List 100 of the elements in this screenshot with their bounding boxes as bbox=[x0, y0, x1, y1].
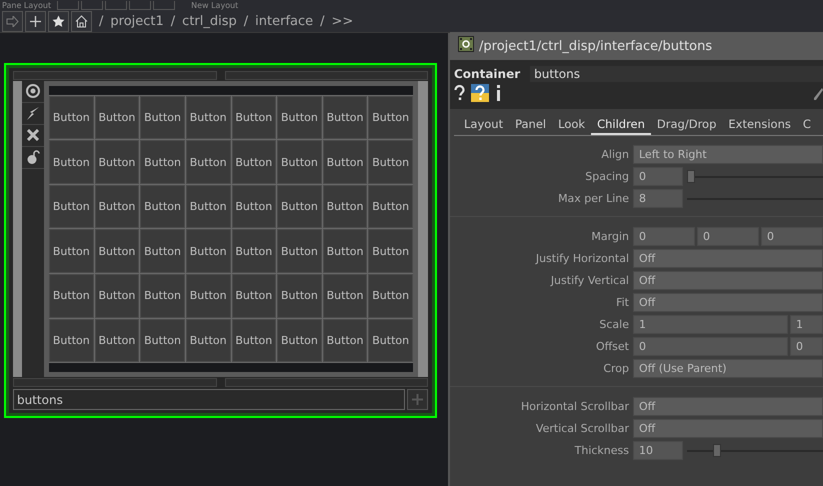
path-segment[interactable]: interface bbox=[255, 14, 314, 28]
grid-button[interactable]: Button bbox=[140, 184, 185, 228]
grid-button[interactable]: Button bbox=[277, 274, 322, 318]
grid-button[interactable]: Button bbox=[368, 274, 413, 318]
menu-field[interactable]: Off bbox=[633, 418, 823, 438]
value-field[interactable]: 0 bbox=[697, 226, 759, 246]
grid-button[interactable]: Button bbox=[94, 96, 140, 140]
grid-button[interactable]: Button bbox=[368, 318, 413, 362]
parameter-tab[interactable]: Children bbox=[591, 116, 651, 135]
operator-type: Container bbox=[454, 67, 520, 81]
path-segment[interactable]: / bbox=[170, 14, 176, 28]
grid-button[interactable]: Button bbox=[232, 274, 276, 318]
new-layout-label: New Layout bbox=[191, 2, 238, 10]
pane-layout-label: Pane Layout bbox=[2, 2, 52, 10]
grid-button[interactable]: Button bbox=[49, 96, 94, 140]
grid-button[interactable]: Button bbox=[94, 184, 140, 228]
slider-handle[interactable] bbox=[712, 444, 721, 456]
grid-button[interactable]: Button bbox=[277, 318, 322, 362]
path-segment[interactable]: ctrl_disp bbox=[182, 14, 237, 28]
value-field[interactable]: 0 bbox=[761, 226, 823, 246]
parameter-label: Crop bbox=[602, 362, 630, 374]
parameter-tab[interactable]: C bbox=[796, 116, 817, 135]
grid-button[interactable]: Button bbox=[49, 140, 94, 184]
parameter-tab[interactable]: Drag/Drop bbox=[650, 116, 722, 135]
grid-button[interactable]: Button bbox=[277, 140, 322, 184]
grid-button[interactable]: Button bbox=[186, 318, 230, 362]
path-segment[interactable]: / bbox=[244, 14, 248, 28]
grid-button[interactable]: Button bbox=[186, 96, 230, 140]
value-field[interactable]: 0 bbox=[790, 336, 823, 356]
grid-button[interactable]: Button bbox=[232, 229, 276, 273]
path-segment[interactable]: / bbox=[320, 14, 325, 28]
name-field[interactable]: buttons bbox=[13, 389, 405, 410]
value-field[interactable]: 8 bbox=[633, 188, 683, 208]
path-segment[interactable]: >> bbox=[332, 14, 354, 28]
operator-name-field[interactable]: buttons bbox=[530, 66, 823, 82]
grid-button[interactable]: Button bbox=[186, 229, 230, 273]
value-field[interactable]: 0 bbox=[633, 226, 695, 246]
grid-button[interactable]: Button bbox=[322, 318, 368, 362]
grid-button[interactable]: Button bbox=[94, 140, 140, 184]
parameter-tab[interactable]: Extensions bbox=[722, 116, 797, 135]
parameter-label: Vertical Scrollbar bbox=[534, 422, 630, 434]
parameter-tab[interactable]: Look bbox=[552, 116, 592, 135]
grid-button[interactable]: Button bbox=[322, 140, 368, 184]
grid-button[interactable]: Button bbox=[232, 140, 276, 184]
grid-button[interactable]: Button bbox=[186, 274, 230, 318]
parameter-label: Max per Line bbox=[557, 192, 630, 204]
grid-button[interactable]: Button bbox=[94, 229, 140, 273]
grid-button[interactable]: Button bbox=[49, 229, 94, 273]
value-field[interactable]: 0 bbox=[633, 336, 788, 356]
grid-button[interactable]: Button bbox=[322, 274, 368, 318]
grid-button[interactable]: Button bbox=[322, 96, 368, 140]
grid-button[interactable]: Button bbox=[94, 274, 140, 318]
parameter-label: Spacing bbox=[584, 170, 630, 182]
menu-field[interactable]: Off bbox=[633, 396, 823, 416]
grid-button[interactable]: Button bbox=[368, 96, 413, 140]
value-field[interactable]: 1 bbox=[790, 314, 823, 334]
grid-button[interactable]: Button bbox=[186, 184, 230, 228]
grid-button[interactable]: Button bbox=[322, 184, 368, 228]
grid-button[interactable]: Button bbox=[140, 140, 185, 184]
slider-handle[interactable] bbox=[687, 170, 695, 182]
grid-button[interactable]: Button bbox=[140, 274, 185, 318]
window-title: /project1/ctrl_disp/interface/buttons bbox=[479, 38, 712, 54]
menu-field[interactable]: Left to Right bbox=[633, 144, 823, 164]
parameter-label: Horizontal Scrollbar bbox=[520, 400, 630, 412]
grid-button[interactable]: Button bbox=[368, 140, 413, 184]
menu-field[interactable]: Off bbox=[633, 248, 823, 268]
value-field[interactable]: 10 bbox=[633, 440, 683, 460]
grid-button[interactable]: Button bbox=[49, 184, 94, 228]
parameter-label: Align bbox=[600, 148, 630, 160]
grid-button[interactable]: Button bbox=[232, 96, 276, 140]
grid-button[interactable]: Button bbox=[277, 229, 322, 273]
parameter-label: Justify Horizontal bbox=[534, 252, 630, 264]
grid-button[interactable]: Button bbox=[49, 318, 94, 362]
grid-button[interactable]: Button bbox=[322, 229, 368, 273]
menu-field[interactable]: Off (Use Parent) bbox=[633, 358, 823, 378]
parameter-tab[interactable]: Layout bbox=[458, 116, 510, 135]
grid-button[interactable]: Button bbox=[140, 318, 185, 362]
path-segment[interactable]: project1 bbox=[110, 14, 164, 28]
home-icon[interactable] bbox=[71, 10, 92, 32]
grid-button[interactable]: Button bbox=[140, 96, 185, 140]
value-field[interactable]: 1 bbox=[633, 314, 788, 334]
grid-button[interactable]: Button bbox=[368, 229, 413, 273]
value-field[interactable]: 0 bbox=[633, 166, 683, 186]
grid-button[interactable]: Button bbox=[232, 318, 276, 362]
grid-button[interactable]: Button bbox=[277, 184, 322, 228]
grid-button[interactable]: Button bbox=[140, 229, 185, 273]
path-segment[interactable]: / bbox=[99, 14, 104, 28]
parameter-label: Margin bbox=[590, 230, 630, 242]
parameter-label: Offset bbox=[594, 340, 630, 352]
grid-button[interactable]: Button bbox=[94, 318, 140, 362]
menu-field[interactable]: Off bbox=[633, 270, 823, 290]
grid-button[interactable]: Button bbox=[232, 184, 276, 228]
parameter-tab[interactable]: Panel bbox=[509, 116, 552, 135]
grid-button[interactable]: Button bbox=[277, 96, 322, 140]
menu-field[interactable]: Off bbox=[633, 292, 823, 312]
plus-icon[interactable] bbox=[25, 10, 46, 32]
parameter-label: Scale bbox=[598, 318, 630, 330]
grid-button[interactable]: Button bbox=[49, 274, 94, 318]
grid-button[interactable]: Button bbox=[368, 184, 413, 228]
grid-button[interactable]: Button bbox=[186, 140, 230, 184]
